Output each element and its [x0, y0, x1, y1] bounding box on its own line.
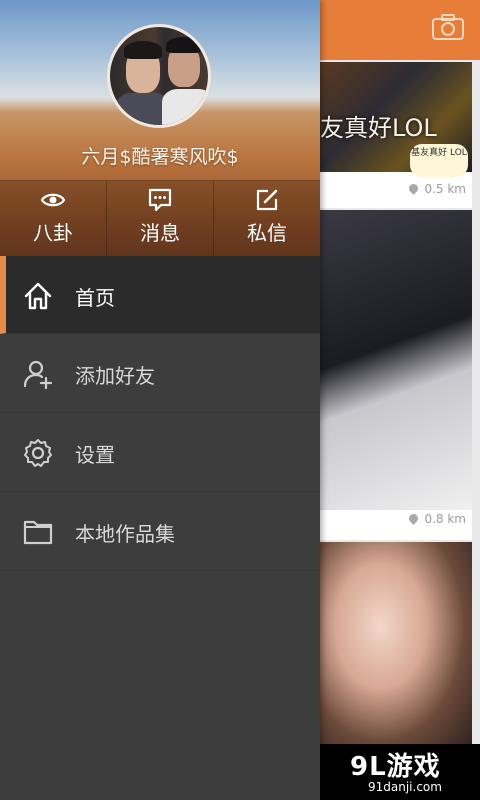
profile-header: 六月$酷署寒风吹$ 八卦 消息 私信 — [0, 0, 320, 256]
folder-icon — [23, 520, 53, 545]
home-icon — [24, 282, 52, 310]
menu-item-label: 本地作品集 — [75, 522, 175, 546]
menu-item-label: 设置 — [75, 443, 115, 467]
action-gossip[interactable]: 八卦 — [0, 181, 107, 256]
feed-card-image: 友真好LOL 基友真好 LOL — [320, 62, 472, 177]
action-label: 八卦 — [33, 221, 73, 245]
avatar-shape — [166, 37, 202, 53]
distance-label: 0.5 km — [407, 182, 466, 196]
location-pin-icon — [407, 512, 421, 525]
navigation-drawer: 六月$酷署寒风吹$ 八卦 消息 私信 首页 添加好友 设置 本地作品集 — [0, 0, 320, 800]
edit-icon — [256, 189, 278, 211]
action-private-message[interactable]: 私信 — [214, 181, 320, 256]
feed-card-badge: 基友真好 LOL — [410, 144, 468, 177]
menu-item-settings[interactable]: 设置 — [0, 413, 320, 492]
distance-label: 0.8 km — [407, 512, 466, 526]
action-label: 消息 — [140, 221, 180, 245]
feed-card[interactable]: 友真好LOL 基友真好 LOL 0.5 km — [320, 62, 472, 208]
action-messages[interactable]: 消息 — [107, 181, 214, 256]
eye-icon — [40, 193, 66, 207]
avatar[interactable] — [107, 24, 211, 128]
menu-item-label: 首页 — [75, 286, 115, 310]
add-user-icon — [23, 360, 53, 390]
drawer-menu: 首页 添加好友 设置 本地作品集 — [0, 256, 320, 571]
feed-card-image-text: 友真好LOL — [320, 114, 437, 142]
menu-item-local-portfolio[interactable]: 本地作品集 — [0, 492, 320, 571]
feed-card[interactable]: 0.8 km — [320, 210, 472, 540]
distance-value: 0.5 km — [424, 182, 466, 196]
avatar-shape — [162, 89, 208, 125]
chat-bubble-icon — [148, 188, 172, 212]
feed-card-image — [320, 210, 472, 510]
location-pin-icon — [407, 182, 421, 195]
gear-icon — [24, 439, 52, 467]
watermark: 9L游戏 91danji.com — [320, 744, 480, 800]
menu-item-add-friend[interactable]: 添加好友 — [0, 334, 320, 413]
feed-card-image — [320, 542, 472, 752]
watermark-url: 91danji.com — [368, 780, 442, 794]
feed-card[interactable] — [320, 542, 472, 752]
watermark-brand: 9L游戏 — [350, 752, 441, 782]
avatar-shape — [124, 41, 162, 59]
camera-icon[interactable] — [432, 14, 464, 40]
menu-item-label: 添加好友 — [75, 364, 155, 388]
action-label: 私信 — [247, 221, 287, 245]
menu-item-home[interactable]: 首页 — [0, 256, 320, 334]
quick-actions: 八卦 消息 私信 — [0, 180, 320, 256]
distance-value: 0.8 km — [424, 512, 466, 526]
username: 六月$酷署寒风吹$ — [81, 146, 239, 168]
